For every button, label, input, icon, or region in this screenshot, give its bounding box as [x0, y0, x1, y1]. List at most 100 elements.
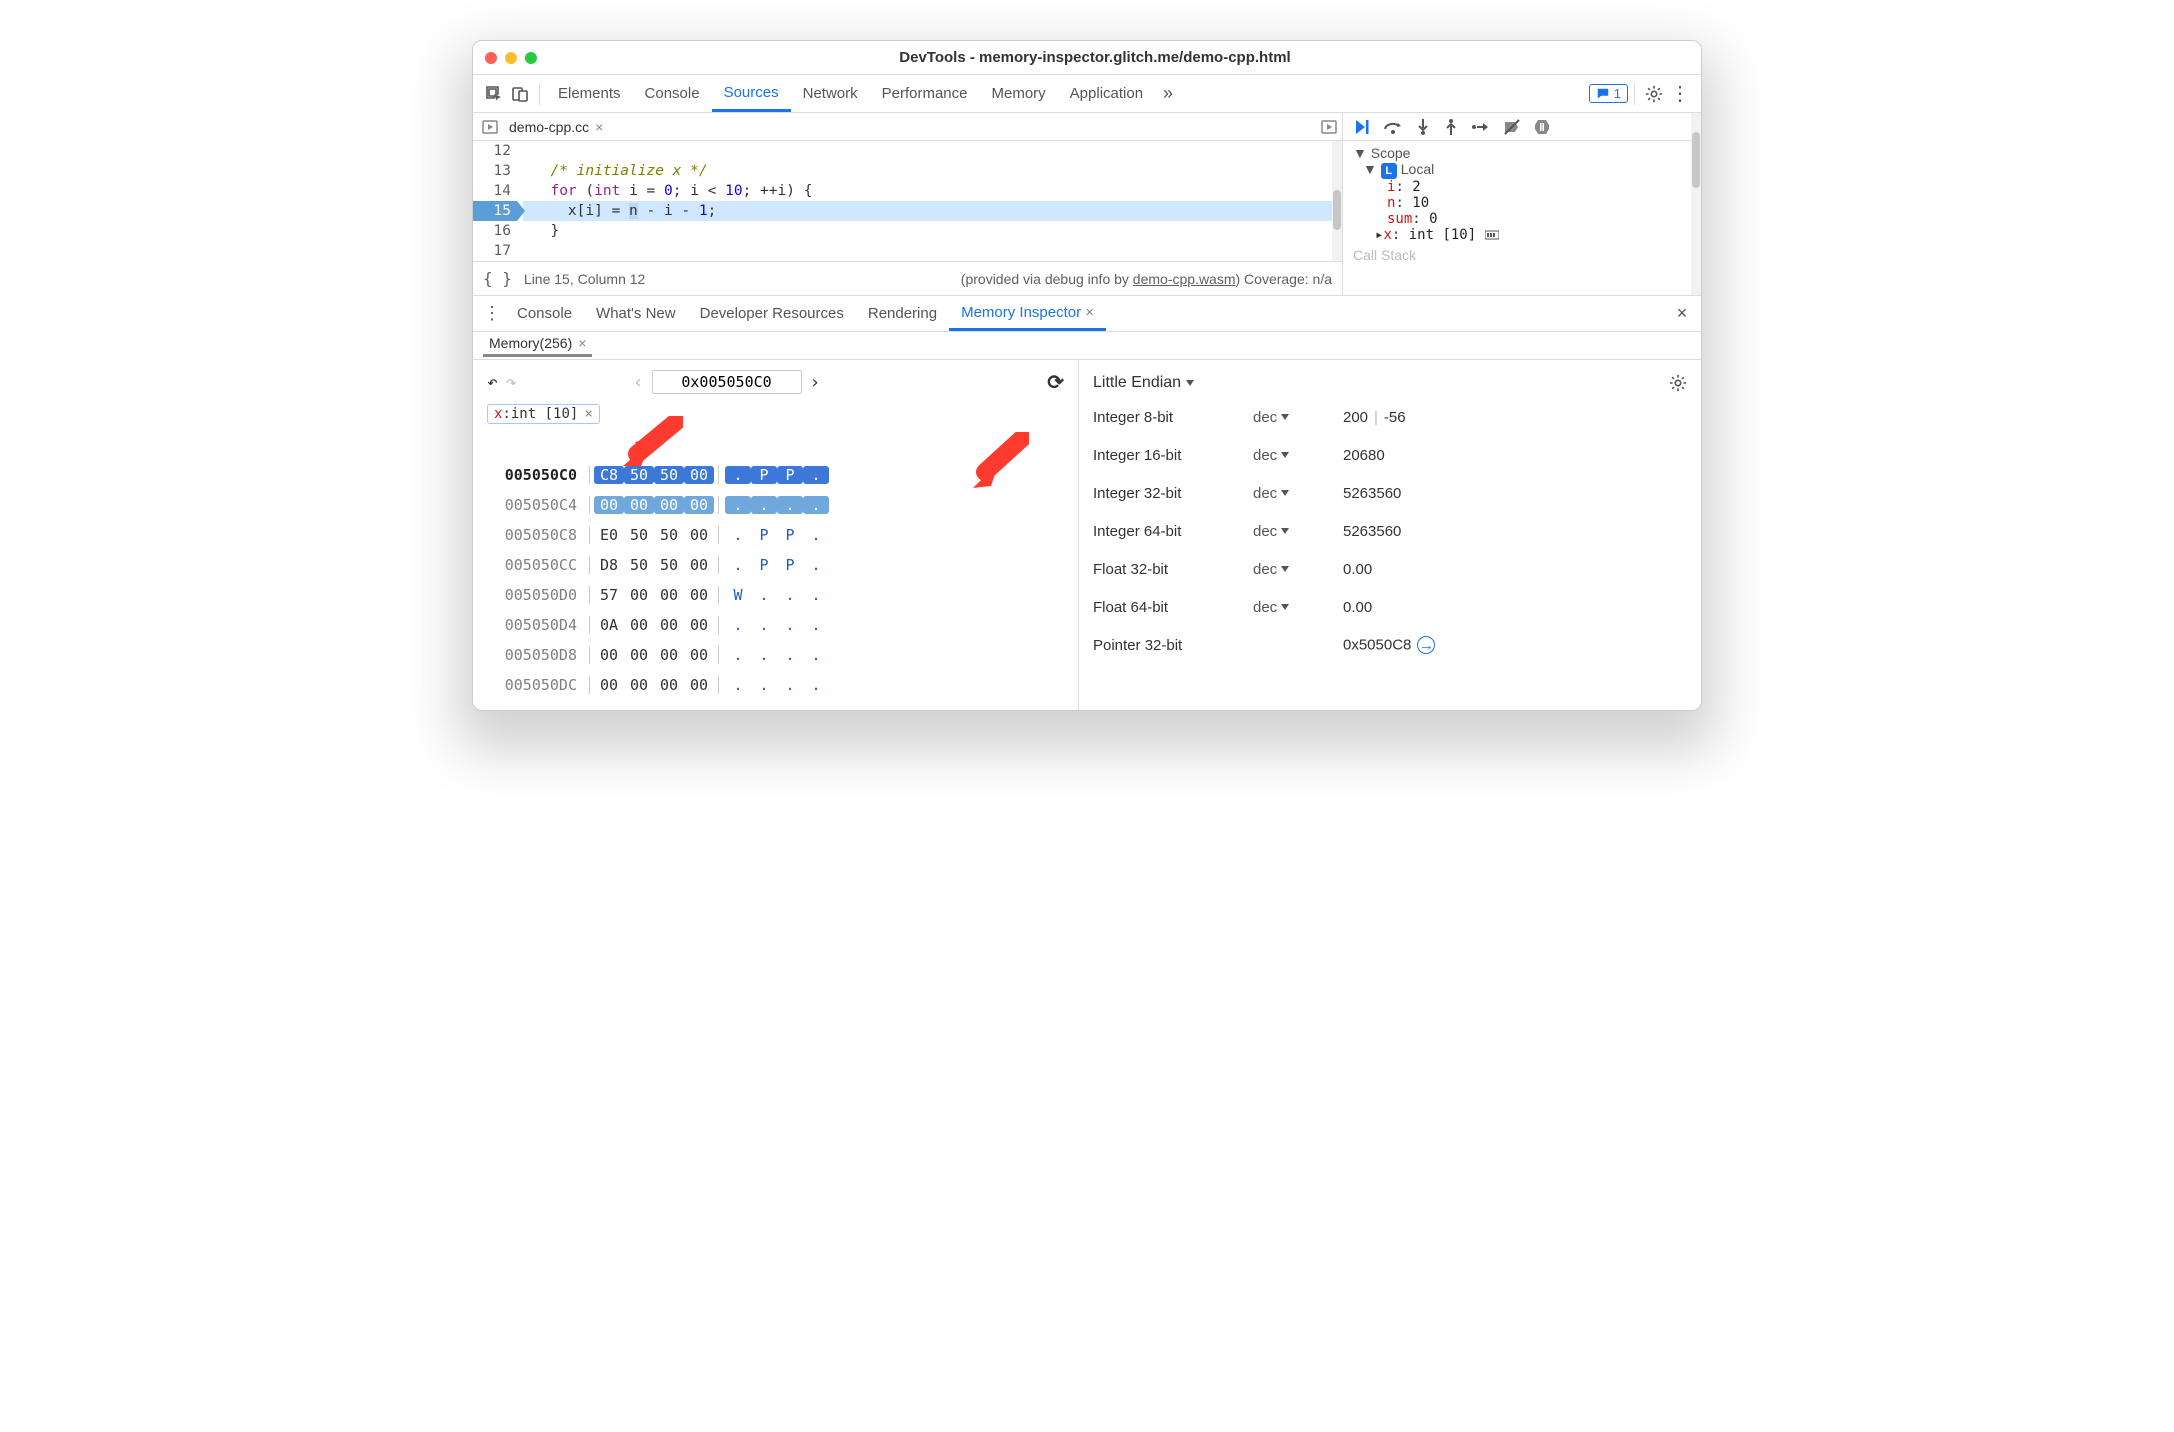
ascii-byte[interactable]: .: [803, 616, 829, 634]
close-drawer-icon[interactable]: ×: [1669, 301, 1695, 327]
settings-icon[interactable]: [1641, 81, 1667, 107]
close-icon[interactable]: ×: [584, 406, 592, 422]
scope-var[interactable]: sum: 0: [1353, 211, 1691, 227]
ascii-byte[interactable]: P: [777, 466, 803, 484]
editor-scrollbar[interactable]: [1332, 141, 1342, 261]
drawer-tab-console[interactable]: Console: [505, 296, 584, 331]
device-toolbar-icon[interactable]: [507, 81, 533, 107]
hex-row[interactable]: 005050D057000000W...: [487, 580, 1064, 610]
ascii-byte[interactable]: .: [777, 676, 803, 694]
hex-row[interactable]: 005050D800000000....: [487, 640, 1064, 670]
messages-badge[interactable]: 1: [1589, 84, 1628, 103]
hex-byte[interactable]: 00: [684, 586, 714, 604]
ascii-byte[interactable]: .: [751, 676, 777, 694]
hex-byte[interactable]: 50: [624, 526, 654, 544]
ascii-byte[interactable]: .: [725, 646, 751, 664]
next-page-icon[interactable]: ›: [810, 372, 821, 393]
close-icon[interactable]: [485, 52, 497, 64]
ascii-byte[interactable]: .: [803, 646, 829, 664]
goto-address-icon[interactable]: →: [1417, 636, 1435, 654]
hex-byte[interactable]: 00: [594, 646, 624, 664]
ascii-byte[interactable]: P: [751, 556, 777, 574]
ascii-byte[interactable]: W: [725, 586, 751, 604]
drawer-tab-whatsnew[interactable]: What's New: [584, 296, 688, 331]
ascii-byte[interactable]: .: [777, 646, 803, 664]
kebab-menu-icon[interactable]: ⋮: [1667, 81, 1693, 107]
ascii-byte[interactable]: .: [803, 466, 829, 484]
step-icon[interactable]: [1471, 119, 1491, 135]
step-out-icon[interactable]: [1443, 118, 1459, 136]
ascii-byte[interactable]: .: [751, 616, 777, 634]
hex-byte[interactable]: 00: [684, 676, 714, 694]
display-mode-select[interactable]: dec: [1253, 523, 1343, 540]
display-mode-select[interactable]: dec: [1253, 561, 1343, 578]
drawer-tab-memory-inspector[interactable]: Memory Inspector ×: [949, 296, 1106, 331]
hex-row[interactable]: 005050C400000000....: [487, 490, 1064, 520]
hex-byte[interactable]: 00: [684, 526, 714, 544]
display-mode-select[interactable]: dec: [1253, 485, 1343, 502]
prev-page-icon[interactable]: ‹: [633, 372, 644, 393]
snippet-run-icon[interactable]: [479, 114, 501, 140]
hex-byte[interactable]: 00: [654, 646, 684, 664]
close-icon[interactable]: ×: [578, 335, 586, 351]
pause-exceptions-icon[interactable]: [1533, 118, 1551, 136]
scope-var-array[interactable]: ▸x: int [10]: [1353, 227, 1691, 243]
display-mode-select[interactable]: dec: [1253, 409, 1343, 426]
close-icon[interactable]: ×: [1085, 304, 1094, 321]
endian-selector[interactable]: Little Endian: [1093, 368, 1687, 398]
ascii-byte[interactable]: .: [725, 466, 751, 484]
inspect-element-icon[interactable]: [481, 81, 507, 107]
scope-var[interactable]: n: 10: [1353, 195, 1691, 211]
hex-byte[interactable]: 00: [624, 616, 654, 634]
deactivate-breakpoints-icon[interactable]: [1503, 118, 1521, 136]
hex-byte[interactable]: 00: [624, 646, 654, 664]
hex-row[interactable]: 005050C8E0505000.PP.: [487, 520, 1064, 550]
ascii-byte[interactable]: .: [803, 526, 829, 544]
hex-byte[interactable]: 00: [594, 676, 624, 694]
memory-instance-tab[interactable]: Memory(256) ×: [483, 335, 592, 357]
drawer-tab-rendering[interactable]: Rendering: [856, 296, 949, 331]
object-chip[interactable]: x: int [10] ×: [487, 404, 600, 424]
hex-byte[interactable]: 00: [684, 466, 714, 484]
hex-byte[interactable]: 57: [594, 586, 624, 604]
hex-byte[interactable]: 00: [624, 586, 654, 604]
hex-byte[interactable]: 50: [624, 556, 654, 574]
inspector-settings-icon[interactable]: [1669, 374, 1687, 392]
hex-row[interactable]: 005050D40A000000....: [487, 610, 1064, 640]
resume-icon[interactable]: [1353, 118, 1371, 136]
hex-byte[interactable]: C8: [594, 466, 624, 484]
tab-memory[interactable]: Memory: [980, 75, 1058, 112]
ascii-byte[interactable]: P: [751, 526, 777, 544]
hex-byte[interactable]: 00: [654, 616, 684, 634]
hex-byte[interactable]: 50: [654, 526, 684, 544]
zoom-icon[interactable]: [525, 52, 537, 64]
tab-elements[interactable]: Elements: [546, 75, 633, 112]
hex-byte[interactable]: 00: [654, 676, 684, 694]
tab-network[interactable]: Network: [791, 75, 870, 112]
code-editor[interactable]: 12 13 14 15 16 17 /* initialize x */ for…: [473, 141, 1342, 261]
refresh-icon[interactable]: ⟳: [1047, 370, 1064, 394]
tab-console[interactable]: Console: [633, 75, 712, 112]
tab-performance[interactable]: Performance: [870, 75, 980, 112]
scope-header[interactable]: ▼ Scope: [1353, 145, 1691, 161]
ascii-byte[interactable]: P: [777, 526, 803, 544]
drawer-menu-icon[interactable]: ⋮: [479, 301, 505, 327]
file-tab[interactable]: demo-cpp.cc ×: [501, 119, 611, 135]
hex-byte[interactable]: 00: [654, 586, 684, 604]
step-into-icon[interactable]: [1415, 118, 1431, 136]
hex-byte[interactable]: 50: [624, 466, 654, 484]
ascii-byte[interactable]: P: [751, 466, 777, 484]
step-over-icon[interactable]: [1383, 119, 1403, 135]
scope-var[interactable]: i: 2: [1353, 179, 1691, 195]
ascii-byte[interactable]: .: [803, 676, 829, 694]
pretty-print-icon[interactable]: { }: [483, 269, 512, 288]
hex-byte[interactable]: 50: [654, 556, 684, 574]
hex-byte[interactable]: E0: [594, 526, 624, 544]
hex-row[interactable]: 005050CCD8505000.PP.: [487, 550, 1064, 580]
debugger-scrollbar[interactable]: [1691, 113, 1701, 295]
tab-sources[interactable]: Sources: [712, 75, 791, 112]
execution-icon[interactable]: [1316, 114, 1342, 140]
ascii-byte[interactable]: .: [751, 496, 777, 514]
ascii-byte[interactable]: P: [777, 556, 803, 574]
local-scope-header[interactable]: ▼ LLocal: [1353, 161, 1691, 179]
